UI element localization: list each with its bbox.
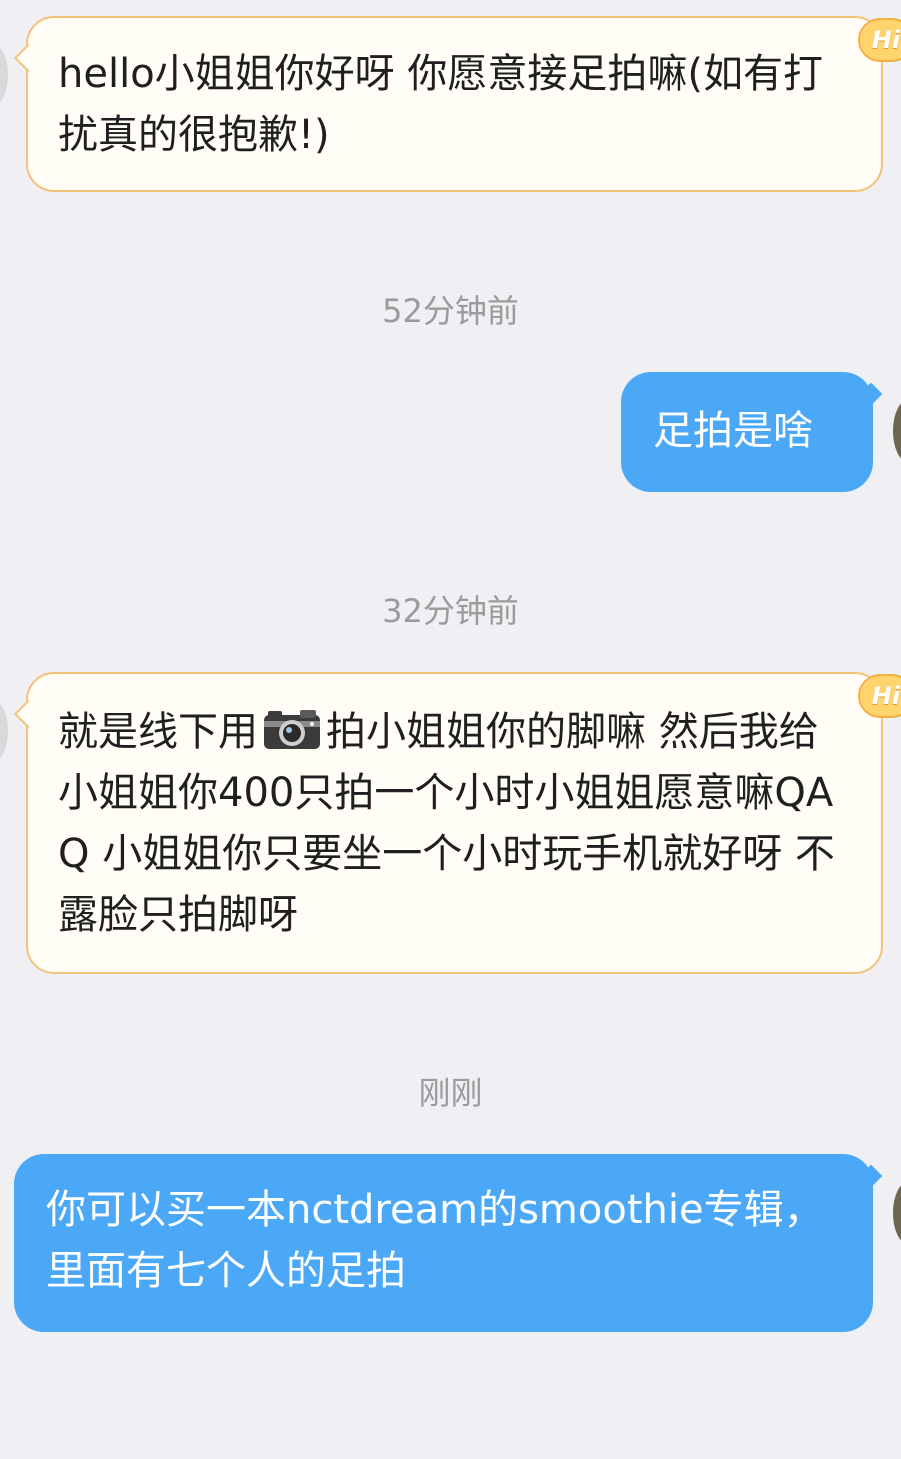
outgoing-message-bubble[interactable]: 你可以买一本nctdream的smoothie专辑，里面有七个人的足拍 bbox=[14, 1154, 883, 1332]
message-timestamp: 32分钟前 bbox=[382, 592, 519, 630]
bubble-tail bbox=[859, 1164, 883, 1188]
message-timestamp: 刚刚 bbox=[418, 1074, 483, 1112]
my-avatar[interactable] bbox=[893, 400, 901, 462]
message-timestamp: 52分钟前 bbox=[382, 292, 519, 330]
hi-greeting-badge: Hi bbox=[858, 674, 901, 718]
camera-icon bbox=[264, 710, 320, 749]
contact-avatar[interactable] bbox=[0, 700, 8, 762]
message-text: 足拍是啥 bbox=[653, 408, 813, 454]
outgoing-message-bubble[interactable]: 足拍是啥 bbox=[621, 372, 883, 492]
contact-avatar[interactable] bbox=[0, 44, 8, 106]
incoming-message-bubble[interactable]: 就是线下用 拍小姐姐你的脚嘛 然后我给小姐姐你400只拍一个小时小姐姐愿意嘛QA… bbox=[13, 672, 883, 974]
bubble-tail bbox=[13, 43, 43, 73]
message-text: 就是线下用 bbox=[58, 709, 258, 755]
my-avatar[interactable] bbox=[893, 1182, 901, 1244]
bubble-tail bbox=[859, 382, 883, 406]
hi-greeting-badge: Hi bbox=[858, 18, 901, 62]
incoming-message-bubble[interactable]: hello小姐姐你好呀 你愿意接足拍嘛(如有打扰真的很抱歉!) bbox=[13, 16, 883, 192]
message-text: 你可以买一本nctdream的smoothie专辑，里面有七个人的足拍 bbox=[46, 1187, 824, 1294]
message-text: hello小姐姐你好呀 你愿意接足拍嘛(如有打扰真的很抱歉!) bbox=[58, 51, 823, 158]
bubble-tail bbox=[13, 699, 43, 729]
